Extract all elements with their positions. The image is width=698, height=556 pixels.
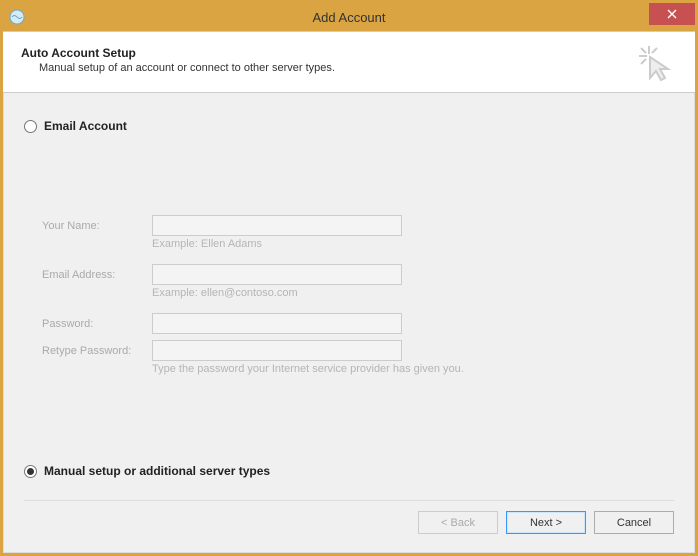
next-button[interactable]: Next > bbox=[506, 511, 586, 534]
app-icon bbox=[9, 9, 25, 25]
password-hint: Type the password your Internet service … bbox=[152, 363, 674, 375]
email-form: Your Name: Example: Ellen Adams Email Ad… bbox=[42, 215, 674, 383]
close-icon bbox=[667, 9, 677, 19]
option-manual-setup[interactable]: Manual setup or additional server types bbox=[24, 464, 674, 478]
cancel-button[interactable]: Cancel bbox=[594, 511, 674, 534]
name-hint: Example: Ellen Adams bbox=[152, 238, 674, 250]
back-button: < Back bbox=[418, 511, 498, 534]
wizard-header: Auto Account Setup Manual setup of an ac… bbox=[3, 31, 695, 93]
titlebar: Add Account bbox=[3, 3, 695, 31]
retype-input bbox=[152, 340, 402, 361]
option-manual-label: Manual setup or additional server types bbox=[44, 464, 270, 478]
password-label: Password: bbox=[42, 318, 152, 330]
retype-label: Retype Password: bbox=[42, 345, 152, 357]
close-button[interactable] bbox=[649, 3, 695, 25]
wizard-footer: < Back Next > Cancel bbox=[24, 500, 674, 538]
wizard-body: Email Account Your Name: Example: Ellen … bbox=[3, 93, 695, 553]
name-label: Your Name: bbox=[42, 220, 152, 232]
dialog-window: Add Account Auto Account Setup Manual se… bbox=[3, 3, 695, 553]
radio-icon bbox=[24, 465, 37, 478]
password-input bbox=[152, 313, 402, 334]
radio-icon bbox=[24, 120, 37, 133]
email-hint: Example: ellen@contoso.com bbox=[152, 287, 674, 299]
header-title: Auto Account Setup bbox=[21, 46, 677, 60]
header-subtitle: Manual setup of an account or connect to… bbox=[39, 62, 677, 74]
option-email-account[interactable]: Email Account bbox=[24, 119, 674, 133]
cursor-click-icon bbox=[637, 44, 677, 84]
window-title: Add Account bbox=[3, 10, 695, 25]
option-email-label: Email Account bbox=[44, 119, 127, 133]
email-label: Email Address: bbox=[42, 269, 152, 281]
name-input bbox=[152, 215, 402, 236]
email-input bbox=[152, 264, 402, 285]
